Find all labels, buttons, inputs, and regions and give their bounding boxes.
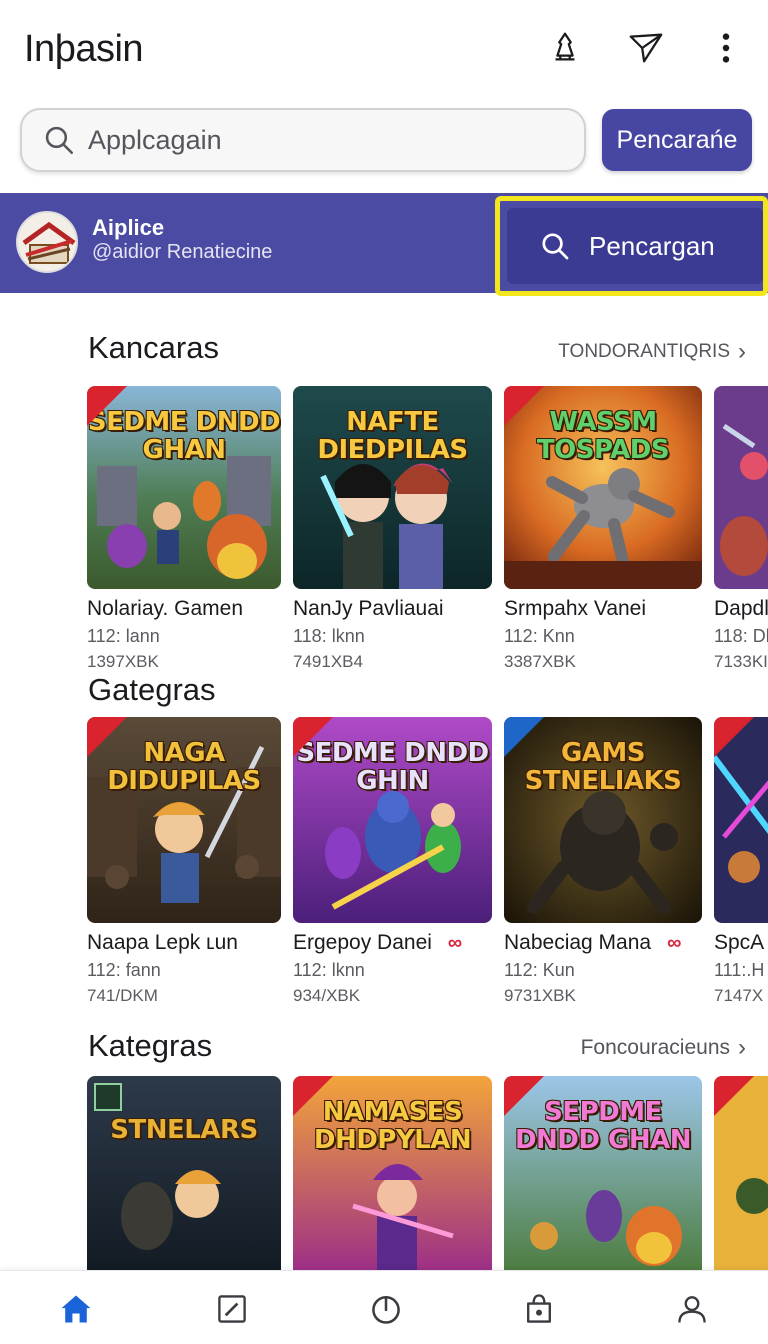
corner-ribbon [504,386,544,426]
app-size: 1397XBK [87,652,159,671]
app-card[interactable]: STNELARS [87,1076,283,1270]
app-meta: 112: lknn [293,960,365,980]
bag-icon[interactable] [517,1287,561,1331]
app-meta: 112: Knn [504,626,575,646]
app-card[interactable]: NAGA DIDUPILAS Naapa Lepk ʟun 112: fann … [87,717,283,1006]
app-name-row: Nabeciag Mana ∞ [504,931,700,955]
app-thumbnail [714,1076,768,1270]
avatar[interactable] [16,211,78,273]
app-thumbnail: STNELARS [87,1076,281,1270]
app-name: Nabeciag Mana [504,931,652,954]
card-row: SEDME DNDD GHAN Nolariay. Gamen 112: lan… [0,386,768,706]
home-icon[interactable] [54,1287,98,1331]
banner-search-button[interactable]: Pencargan [507,208,763,284]
app-thumbnail [714,717,768,923]
app-size: 741/DKM [87,986,158,1005]
app-size: 934/XBK [293,986,361,1005]
app-card[interactable]: SpcA 111:.H 7147X [714,717,768,1006]
app-meta: 112: fann [87,960,161,980]
infinity-badge-icon: ∞ [447,931,463,954]
app-card[interactable]: Dapdl 118: Dl 7133KI [714,386,768,672]
app-name: Naapa Lepk ʟun [87,931,238,954]
app-meta: 112: lann [87,626,160,646]
corner-ribbon [714,717,754,757]
top-app-bar: Inþasin [0,0,768,100]
thumbnail-art-text: STNELARS [110,1115,258,1145]
thumbnail-art-text: NAFTE DIEDPILAS [317,407,468,465]
app-meta: 118: Dl [714,626,768,646]
app-thumbnail [714,386,768,589]
corner-ribbon [714,1076,754,1116]
app-name: Srmpahx Vanei [504,597,647,620]
edit-icon[interactable] [210,1287,254,1331]
corner-ribbon [504,1076,544,1116]
chevron-right-icon: › [738,338,746,365]
corner-ribbon [293,717,333,757]
app-title: Inþasin [24,28,144,70]
app-size: 3387XBK [504,652,576,671]
app-thumbnail: NAGA DIDUPILAS [87,717,281,923]
power-icon[interactable] [364,1287,408,1331]
app-name: Dapdl [714,597,768,620]
card-row: NAGA DIDUPILAS Naapa Lepk ʟun 112: fann … [0,717,768,1037]
section-link-label: Foncouracieuns [580,1036,730,1059]
app-name: SpcA [714,931,765,954]
search-icon [542,233,569,260]
section-title: Kancaras [88,330,219,365]
banner-subtitle: @aidior Renatiecine [92,241,273,263]
app-size: 7133KI [714,652,768,671]
app-size: 9731XBK [504,986,576,1005]
section-see-all-link[interactable]: Foncouracieuns › [581,1034,746,1062]
corner-ribbon [87,386,127,426]
section-title: Gategras [88,672,216,707]
app-thumbnail: SEDME DNDD GHAN [87,386,281,589]
app-thumbnail: NAMASES DHDPYLAN [293,1076,492,1270]
app-thumbnail: SEDME DNDD GHIN [293,717,492,923]
more-vert-icon[interactable] [704,26,748,70]
corner-ribbon [293,1076,333,1116]
app-thumbnail: WASSM TOSPADS [504,386,702,589]
app-thumbnail: NAFTE DIEDPILAS [293,386,492,589]
app-thumbnail: GAMS STNELIAKS [504,717,702,923]
app-size: 7491XB4 [293,652,363,671]
search-input[interactable] [88,124,558,156]
section-title: Kategras [88,1028,213,1063]
app-name: NanJy Pavliauai [293,597,444,620]
banner-search-label: Pencargan [589,230,715,261]
banner-title: Aiplice [92,215,165,240]
card-row: STNELARS NAMASES DHDPYLAN SEPDME DNDD GH… [0,1076,768,1270]
section-see-all-link[interactable]: TONDORANTIQRIS › [558,338,746,366]
profile-icon[interactable] [670,1287,714,1331]
app-thumbnail: SEPDME DNDD GHAN [504,1076,702,1270]
bottom-navigation [0,1270,768,1344]
app-size: 7147X [714,986,764,1005]
corner-ribbon [504,717,544,757]
app-name: Ergepoy Danei [293,931,432,954]
search-icon [45,126,74,155]
app-card[interactable]: SEDME DNDD GHIN Ergepoy Danei ∞ 112: lkn… [293,717,492,1006]
app-card[interactable]: SEDME DNDD GHAN Nolariay. Gamen 112: lan… [87,386,283,672]
app-name: Nolariay. Gamen [87,597,244,620]
chevron-right-icon: › [738,1034,746,1061]
app-card[interactable]: SEPDME DNDD GHAN [504,1076,702,1270]
app-card[interactable]: NAFTE DIEDPILAS NanJy Pavliauai 118: lkn… [293,386,492,672]
app-card[interactable]: GAMS STNELIAKS Nabeciag Mana ∞ 112: Kun … [504,717,702,1006]
app-meta: 111:.H [714,960,765,980]
notification-icon[interactable] [543,26,587,70]
app-card[interactable] [714,1076,768,1270]
app-card[interactable]: WASSM TOSPADS Srmpahx Vanei 112: Knn 338… [504,386,702,672]
search-field[interactable] [20,108,586,172]
app-meta: 118: lknn [293,626,365,646]
search-button[interactable]: Pencarańe [602,109,752,171]
app-meta: 112: Kun [504,960,575,980]
corner-ribbon [87,717,127,757]
infinity-badge-icon: ∞ [667,931,682,954]
app-name-row: Ergepoy Danei ∞ [293,931,489,955]
app-card[interactable]: NAMASES DHDPYLAN [293,1076,492,1270]
section-link-label: TONDORANTIQRIS [558,341,730,362]
send-icon[interactable] [624,26,668,70]
